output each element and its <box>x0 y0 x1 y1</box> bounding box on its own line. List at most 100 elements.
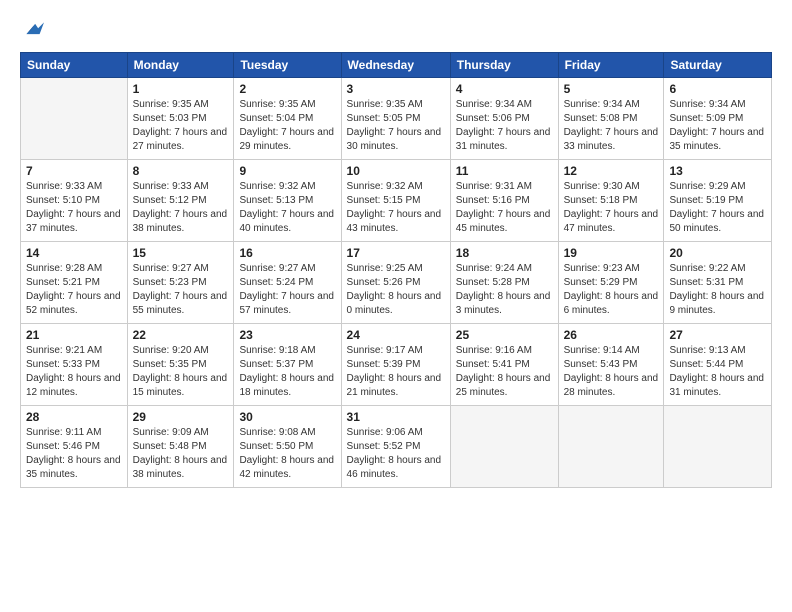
day-number: 4 <box>456 82 553 96</box>
day-number: 21 <box>26 328 122 342</box>
day-info: Sunrise: 9:08 AMSunset: 5:50 PMDaylight:… <box>239 426 335 482</box>
logo <box>20 18 44 40</box>
calendar-cell: 12 Sunrise: 9:30 AMSunset: 5:18 PMDayligh… <box>558 160 664 242</box>
day-info: Sunrise: 9:24 AMSunset: 5:28 PMDaylight:… <box>456 262 553 318</box>
day-number: 22 <box>133 328 229 342</box>
day-number: 25 <box>456 328 553 342</box>
day-info: Sunrise: 9:13 AMSunset: 5:44 PMDaylight:… <box>669 344 766 400</box>
day-number: 10 <box>347 164 445 178</box>
day-number: 13 <box>669 164 766 178</box>
calendar-cell: 21 Sunrise: 9:21 AMSunset: 5:33 PMDayligh… <box>21 324 128 406</box>
calendar-cell: 8 Sunrise: 9:33 AMSunset: 5:12 PMDaylight… <box>127 160 234 242</box>
calendar-cell: 15 Sunrise: 9:27 AMSunset: 5:23 PMDayligh… <box>127 242 234 324</box>
week-row-2: 14 Sunrise: 9:28 AMSunset: 5:21 PMDayligh… <box>21 242 772 324</box>
day-number: 3 <box>347 82 445 96</box>
calendar-cell: 20 Sunrise: 9:22 AMSunset: 5:31 PMDayligh… <box>664 242 772 324</box>
day-info: Sunrise: 9:31 AMSunset: 5:16 PMDaylight:… <box>456 180 553 236</box>
day-info: Sunrise: 9:33 AMSunset: 5:10 PMDaylight:… <box>26 180 122 236</box>
calendar-cell: 4 Sunrise: 9:34 AMSunset: 5:06 PMDaylight… <box>450 78 558 160</box>
day-info: Sunrise: 9:21 AMSunset: 5:33 PMDaylight:… <box>26 344 122 400</box>
calendar-cell: 13 Sunrise: 9:29 AMSunset: 5:19 PMDayligh… <box>664 160 772 242</box>
day-number: 30 <box>239 410 335 424</box>
day-number: 9 <box>239 164 335 178</box>
calendar-cell: 31 Sunrise: 9:06 AMSunset: 5:52 PMDayligh… <box>341 406 450 488</box>
day-info: Sunrise: 9:33 AMSunset: 5:12 PMDaylight:… <box>133 180 229 236</box>
day-number: 23 <box>239 328 335 342</box>
calendar-cell: 3 Sunrise: 9:35 AMSunset: 5:05 PMDaylight… <box>341 78 450 160</box>
day-number: 16 <box>239 246 335 260</box>
day-number: 1 <box>133 82 229 96</box>
day-info: Sunrise: 9:34 AMSunset: 5:08 PMDaylight:… <box>564 98 659 154</box>
header <box>20 18 772 40</box>
day-info: Sunrise: 9:34 AMSunset: 5:09 PMDaylight:… <box>669 98 766 154</box>
day-number: 18 <box>456 246 553 260</box>
calendar-cell: 24 Sunrise: 9:17 AMSunset: 5:39 PMDayligh… <box>341 324 450 406</box>
calendar-cell <box>664 406 772 488</box>
day-number: 11 <box>456 164 553 178</box>
calendar-cell: 23 Sunrise: 9:18 AMSunset: 5:37 PMDayligh… <box>234 324 341 406</box>
calendar-cell <box>558 406 664 488</box>
calendar-cell: 30 Sunrise: 9:08 AMSunset: 5:50 PMDayligh… <box>234 406 341 488</box>
day-number: 31 <box>347 410 445 424</box>
day-info: Sunrise: 9:11 AMSunset: 5:46 PMDaylight:… <box>26 426 122 482</box>
day-number: 14 <box>26 246 122 260</box>
calendar-cell: 11 Sunrise: 9:31 AMSunset: 5:16 PMDayligh… <box>450 160 558 242</box>
day-info: Sunrise: 9:09 AMSunset: 5:48 PMDaylight:… <box>133 426 229 482</box>
day-info: Sunrise: 9:32 AMSunset: 5:13 PMDaylight:… <box>239 180 335 236</box>
day-number: 20 <box>669 246 766 260</box>
day-info: Sunrise: 9:20 AMSunset: 5:35 PMDaylight:… <box>133 344 229 400</box>
day-info: Sunrise: 9:35 AMSunset: 5:03 PMDaylight:… <box>133 98 229 154</box>
calendar-cell: 27 Sunrise: 9:13 AMSunset: 5:44 PMDayligh… <box>664 324 772 406</box>
day-number: 12 <box>564 164 659 178</box>
calendar-cell: 6Sunrise: 9:34 AMSunset: 5:09 PMDaylight… <box>664 78 772 160</box>
day-number: 15 <box>133 246 229 260</box>
calendar-cell: 19 Sunrise: 9:23 AMSunset: 5:29 PMDayligh… <box>558 242 664 324</box>
day-info: Sunrise: 9:35 AMSunset: 5:05 PMDaylight:… <box>347 98 445 154</box>
calendar-cell: 29 Sunrise: 9:09 AMSunset: 5:48 PMDayligh… <box>127 406 234 488</box>
day-info: Sunrise: 9:17 AMSunset: 5:39 PMDaylight:… <box>347 344 445 400</box>
calendar-cell: 26 Sunrise: 9:14 AMSunset: 5:43 PMDayligh… <box>558 324 664 406</box>
calendar-cell: 5Sunrise: 9:34 AMSunset: 5:08 PMDaylight… <box>558 78 664 160</box>
header-thursday: Thursday <box>450 53 558 78</box>
header-friday: Friday <box>558 53 664 78</box>
day-info: Sunrise: 9:27 AMSunset: 5:24 PMDaylight:… <box>239 262 335 318</box>
day-number: 2 <box>239 82 335 96</box>
day-info: Sunrise: 9:28 AMSunset: 5:21 PMDaylight:… <box>26 262 122 318</box>
week-row-0: 1 Sunrise: 9:35 AMSunset: 5:03 PMDaylight… <box>21 78 772 160</box>
day-number: 29 <box>133 410 229 424</box>
day-info: Sunrise: 9:22 AMSunset: 5:31 PMDaylight:… <box>669 262 766 318</box>
day-info: Sunrise: 9:32 AMSunset: 5:15 PMDaylight:… <box>347 180 445 236</box>
header-sunday: Sunday <box>21 53 128 78</box>
day-info: Sunrise: 9:16 AMSunset: 5:41 PMDaylight:… <box>456 344 553 400</box>
calendar-table: SundayMondayTuesdayWednesdayThursdayFrid… <box>20 52 772 488</box>
day-number: 7 <box>26 164 122 178</box>
calendar-cell: 22 Sunrise: 9:20 AMSunset: 5:35 PMDayligh… <box>127 324 234 406</box>
week-row-4: 28Sunrise: 9:11 AMSunset: 5:46 PMDayligh… <box>21 406 772 488</box>
header-monday: Monday <box>127 53 234 78</box>
day-info: Sunrise: 9:14 AMSunset: 5:43 PMDaylight:… <box>564 344 659 400</box>
calendar-cell: 2 Sunrise: 9:35 AMSunset: 5:04 PMDaylight… <box>234 78 341 160</box>
calendar-cell: 1 Sunrise: 9:35 AMSunset: 5:03 PMDaylight… <box>127 78 234 160</box>
calendar-cell: 18 Sunrise: 9:24 AMSunset: 5:28 PMDayligh… <box>450 242 558 324</box>
calendar-cell: 7 Sunrise: 9:33 AMSunset: 5:10 PMDaylight… <box>21 160 128 242</box>
week-row-3: 21 Sunrise: 9:21 AMSunset: 5:33 PMDayligh… <box>21 324 772 406</box>
calendar-cell: 25 Sunrise: 9:16 AMSunset: 5:41 PMDayligh… <box>450 324 558 406</box>
day-info: Sunrise: 9:30 AMSunset: 5:18 PMDaylight:… <box>564 180 659 236</box>
day-number: 24 <box>347 328 445 342</box>
day-number: 17 <box>347 246 445 260</box>
day-number: 26 <box>564 328 659 342</box>
day-info: Sunrise: 9:35 AMSunset: 5:04 PMDaylight:… <box>239 98 335 154</box>
header-saturday: Saturday <box>664 53 772 78</box>
day-number: 27 <box>669 328 766 342</box>
day-info: Sunrise: 9:18 AMSunset: 5:37 PMDaylight:… <box>239 344 335 400</box>
day-info: Sunrise: 9:27 AMSunset: 5:23 PMDaylight:… <box>133 262 229 318</box>
day-info: Sunrise: 9:23 AMSunset: 5:29 PMDaylight:… <box>564 262 659 318</box>
day-number: 19 <box>564 246 659 260</box>
day-info: Sunrise: 9:06 AMSunset: 5:52 PMDaylight:… <box>347 426 445 482</box>
day-info: Sunrise: 9:34 AMSunset: 5:06 PMDaylight:… <box>456 98 553 154</box>
day-number: 8 <box>133 164 229 178</box>
calendar-cell <box>21 78 128 160</box>
day-info: Sunrise: 9:29 AMSunset: 5:19 PMDaylight:… <box>669 180 766 236</box>
calendar-header-row: SundayMondayTuesdayWednesdayThursdayFrid… <box>21 53 772 78</box>
page: SundayMondayTuesdayWednesdayThursdayFrid… <box>0 0 792 612</box>
